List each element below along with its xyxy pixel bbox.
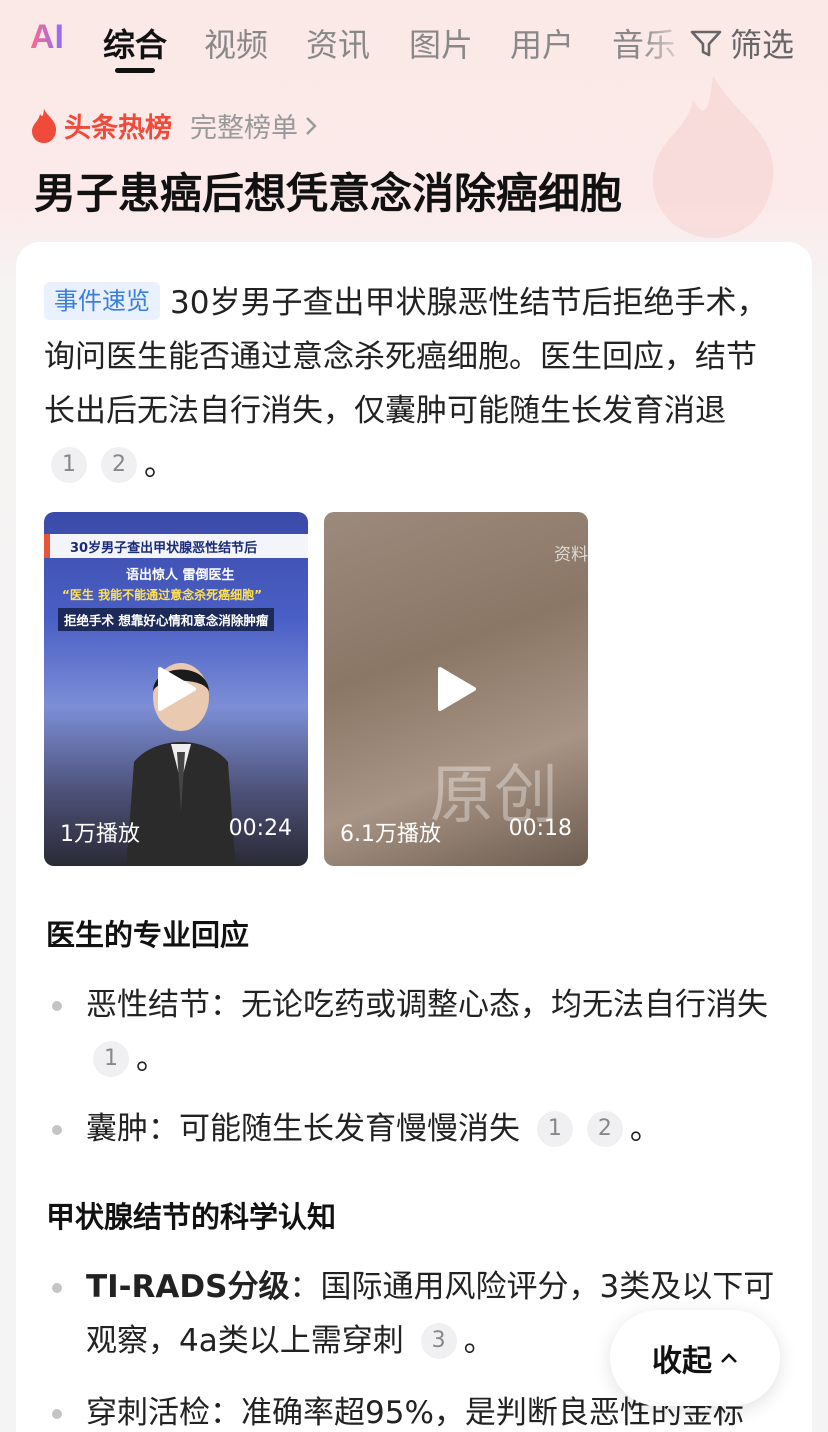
bullet-end: 。 <box>629 1111 661 1147</box>
play-icon <box>438 667 476 711</box>
chevron-up-icon <box>721 1353 737 1363</box>
video-overlay-line: 拒绝手术 想靠好心情和意念消除肿瘤 <box>58 608 275 631</box>
collapse-button[interactable]: 收起 <box>610 1310 780 1406</box>
tab-news[interactable]: 资讯 <box>306 20 370 66</box>
ai-summary-card: 事件速览 30岁男子查出甲状腺恶性结节后拒绝手术，询问医生能否通过意念杀死癌细胞。… <box>16 242 812 1432</box>
list-item: 恶性结节：无论吃药或调整心态，均无法自行消失 1。 <box>46 978 776 1086</box>
video-plays: 6.1万播放 <box>340 822 441 847</box>
active-tab-indicator <box>115 68 155 73</box>
full-list-link[interactable]: 完整榜单 <box>190 106 318 145</box>
citation-ref[interactable]: 1 <box>51 447 87 483</box>
video-plays: 1万播放 <box>60 822 140 847</box>
hot-list-header: 头条热榜 完整榜单 <box>30 106 318 145</box>
hot-list-label: 头条热榜 <box>64 113 172 144</box>
bullet-strong: TI-RADS分级 <box>86 1269 290 1305</box>
tab-fade-overlay <box>640 10 690 70</box>
tab-comprehensive[interactable]: 综合 <box>103 20 167 66</box>
video-overlay-line: “医生 我能不能通过意念杀死癌细胞” <box>62 588 262 602</box>
video-duration: 00:24 <box>228 816 292 841</box>
bullet-text: 恶性结节：无论吃药或调整心态，均无法自行消失 <box>86 987 768 1023</box>
tab-video[interactable]: 视频 <box>204 20 268 66</box>
video-card[interactable]: 30岁男子查出甲状腺恶性结节后 语出惊人 雷倒医生 “医生 我能不能通过意念杀死… <box>44 512 308 866</box>
bullet-text: 囊肿：可能随生长发育慢慢消失 <box>86 1111 520 1147</box>
citation-ref[interactable]: 2 <box>101 447 137 483</box>
filter-label: 筛选 <box>730 26 795 64</box>
video-watermark-small: 资料 <box>554 545 588 565</box>
citation-ref[interactable]: 1 <box>93 1041 129 1077</box>
chevron-right-icon <box>306 116 317 135</box>
video-duration: 00:18 <box>508 816 572 841</box>
summary-end: 。 <box>144 447 175 483</box>
list-item: 囊肿：可能随生长发育慢慢消失 1 2。 <box>46 1102 776 1156</box>
section-title: 甲状腺结节的科学认知 <box>46 1200 337 1234</box>
tab-users[interactable]: 用户 <box>510 20 574 66</box>
citation-ref[interactable]: 2 <box>586 1111 623 1147</box>
ai-logo[interactable]: AI <box>30 18 64 57</box>
search-tab-bar: AI 综合 视频 资讯 图片 用户 音乐 筛选 <box>0 0 828 88</box>
citation-ref[interactable]: 1 <box>536 1111 573 1147</box>
video-overlay-line: 语出惊人 雷倒医生 <box>126 568 235 583</box>
flame-watermark-icon <box>652 75 774 238</box>
flame-icon <box>32 108 57 143</box>
tab-images[interactable]: 图片 <box>409 20 473 66</box>
bullet-end: 。 <box>463 1323 495 1359</box>
bullet-end: 。 <box>136 1041 167 1077</box>
full-list-label: 完整榜单 <box>190 113 298 144</box>
video-card[interactable]: 资料 原创 6.1万播放 00:18 <box>324 512 588 866</box>
page-title: 男子患癌后想凭意念消除癌细胞 <box>34 169 623 218</box>
filter-button[interactable]: 筛选 <box>688 20 794 66</box>
event-badge: 事件速览 <box>44 282 160 320</box>
play-icon <box>158 667 196 711</box>
video-overlay-line: 30岁男子查出甲状腺恶性结节后 <box>70 541 258 556</box>
video-banner-accent <box>44 534 50 558</box>
section-title: 医生的专业回应 <box>46 918 250 952</box>
video-meta: 6.1万播放 00:18 <box>340 816 572 848</box>
citation-ref[interactable]: 3 <box>420 1323 457 1359</box>
filter-icon <box>690 30 722 57</box>
video-meta: 1万播放 00:24 <box>60 816 292 848</box>
collapse-label: 收起 <box>652 1344 712 1379</box>
event-summary: 事件速览 30岁男子查出甲状腺恶性结节后拒绝手术，询问医生能否通过意念杀死癌细胞。… <box>44 276 774 492</box>
